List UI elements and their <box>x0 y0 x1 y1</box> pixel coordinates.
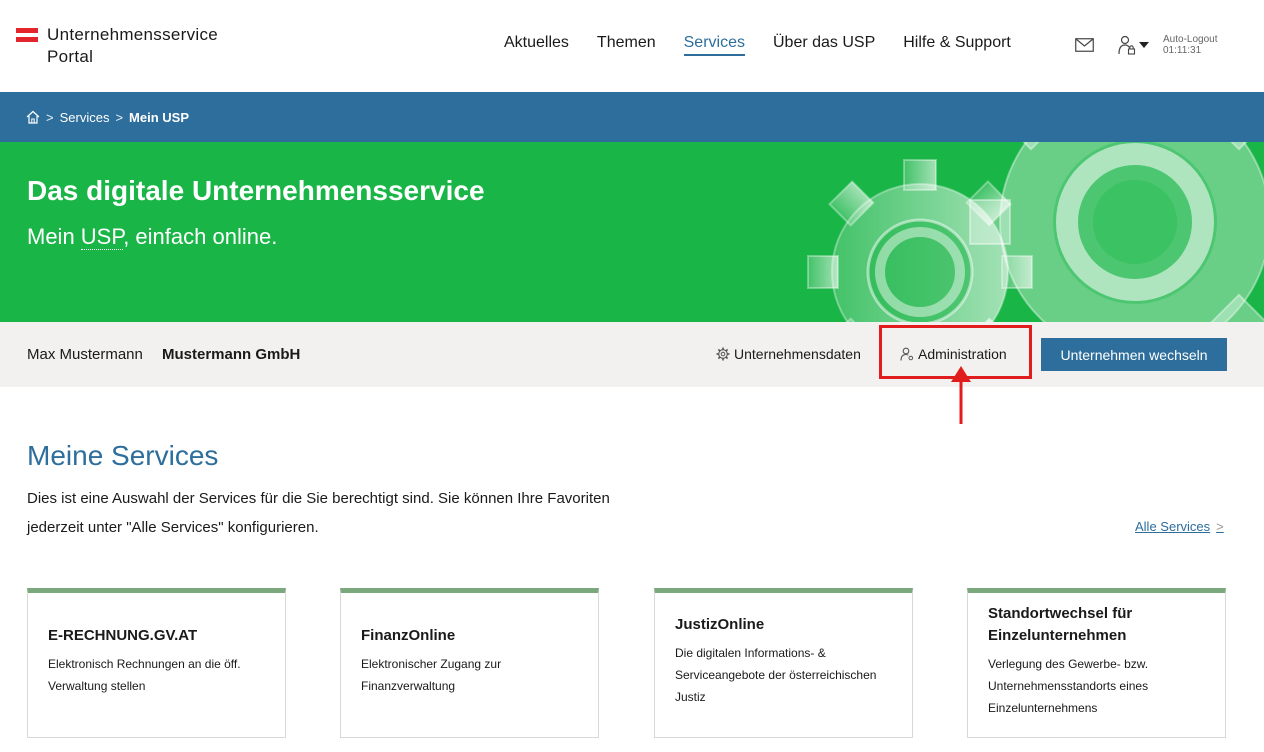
hero-title: Das digitale Unternehmensservice <box>27 175 485 206</box>
site-header: Unternehmensservice Portal Aktuelles The… <box>0 0 1264 92</box>
logo-line-1: Unternehmensservice <box>47 25 219 44</box>
nav-themen[interactable]: Themen <box>597 34 656 56</box>
chevron-right-icon: > <box>46 109 54 125</box>
nav-ueber-das-usp[interactable]: Über das USP <box>773 34 875 56</box>
nav-services[interactable]: Services <box>683 34 745 56</box>
section-description: Dies ist eine Auswahl der Services für d… <box>27 490 610 536</box>
company-data-link[interactable]: Unternehmensdaten <box>716 346 861 362</box>
breadcrumb-services[interactable]: Services <box>60 110 110 125</box>
gears-illustration-icon <box>807 142 1264 322</box>
chevron-right-icon: > <box>115 109 124 125</box>
portal-logo[interactable]: Unternehmensservice Portal <box>16 24 218 68</box>
auto-logout-time: 01:11:31 <box>1163 45 1202 56</box>
usp-abbreviation: USP <box>80 224 124 250</box>
auto-logout: Auto-Logout 01:11:31 <box>1163 34 1218 56</box>
hero-banner: Das digitale Unternehmensservice Mein US… <box>0 142 1264 322</box>
logo-line-2: Portal <box>47 47 94 66</box>
chevron-down-icon[interactable] <box>1139 42 1149 48</box>
chevron-right-icon: > <box>1216 519 1224 534</box>
annotation-arrow-icon <box>951 366 971 424</box>
service-card-justizonline[interactable]: JustizOnline Die digitalen Informations-… <box>654 588 913 738</box>
company-name: Mustermann GmbH <box>162 346 301 363</box>
home-icon[interactable] <box>26 110 40 124</box>
breadcrumb: > Services > Mein USP <box>0 92 1264 142</box>
hero-subtitle: Mein USP, einfach online. <box>27 224 278 250</box>
card-title: Standortwechsel für Einzelunternehmen <box>988 605 1133 644</box>
service-card-e-rechnung[interactable]: E-RECHNUNG.GV.AT Elektronisch Rechnungen… <box>27 588 286 738</box>
user-account-icon[interactable] <box>1118 35 1136 55</box>
service-card-finanzonline[interactable]: FinanzOnline Elektronischer Zugang zur F… <box>340 588 599 738</box>
auto-logout-label: Auto-Logout <box>1163 34 1218 45</box>
nav-aktuelles[interactable]: Aktuelles <box>504 34 569 56</box>
company-data-label: Unternehmensdaten <box>734 346 861 362</box>
user-name: Max Mustermann <box>27 346 143 363</box>
card-text: Verlegung des Gewerbe- bzw. Unternehmens… <box>988 657 1149 715</box>
service-card-standortwechsel[interactable]: Standortwechsel für Einzelunternehmen Ve… <box>967 588 1226 738</box>
all-services-label: Alle Services <box>1135 519 1211 534</box>
card-text: Elektronisch Rechnungen an die öff. Verw… <box>48 657 241 693</box>
nav-hilfe-support[interactable]: Hilfe & Support <box>903 34 1011 56</box>
card-title: FinanzOnline <box>361 627 456 644</box>
main-nav: Aktuelles Themen Services Über das USP H… <box>504 34 1039 56</box>
card-title: JustizOnline <box>675 616 765 633</box>
mail-icon[interactable] <box>1075 38 1094 52</box>
section-title: Meine Services <box>27 440 219 471</box>
card-text: Die digitalen Informations- & Serviceang… <box>675 646 877 704</box>
breadcrumb-current: Mein USP <box>129 109 190 125</box>
all-services-link[interactable]: Alle Services > <box>1135 519 1224 534</box>
card-title: E-RECHNUNG.GV.AT <box>48 627 198 644</box>
card-text: Elektronischer Zugang zur Finanzverwaltu… <box>361 657 502 693</box>
gear-icon <box>716 347 730 361</box>
austria-flag-icon <box>16 28 38 42</box>
switch-company-button[interactable]: Unternehmen wechseln <box>1041 338 1227 371</box>
